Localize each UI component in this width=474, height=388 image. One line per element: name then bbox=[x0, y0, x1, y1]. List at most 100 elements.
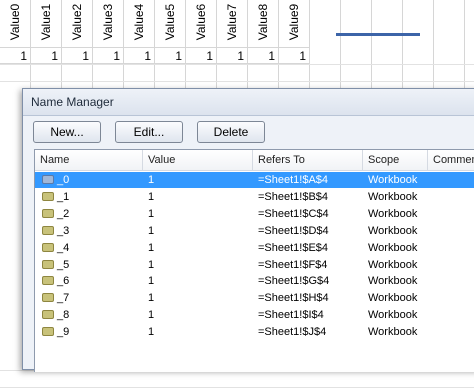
column-header-value[interactable]: Value bbox=[143, 150, 253, 170]
column-header-cell[interactable]: Value9 bbox=[279, 0, 310, 48]
name-row[interactable]: _6 1 =Sheet1!$G$4 Workbook bbox=[35, 273, 474, 289]
column-header-refers-to[interactable]: Refers To bbox=[253, 150, 363, 170]
column-header-cell[interactable]: Value3 bbox=[93, 0, 124, 48]
column-header-cell[interactable]: Value6 bbox=[186, 0, 217, 48]
named-range-icon bbox=[42, 310, 54, 320]
name-cell: _2 bbox=[57, 207, 70, 220]
scope-cell: Workbook bbox=[368, 207, 418, 220]
value-cell: 1 bbox=[148, 292, 155, 305]
row-gutter bbox=[0, 88, 22, 370]
value-cell[interactable]: 1 bbox=[186, 48, 217, 64]
column-header-comment[interactable]: Comment bbox=[428, 150, 474, 170]
dialog-title: Name Manager bbox=[31, 95, 114, 109]
column-header-text: Value4 bbox=[132, 3, 147, 41]
column-header-text: Value0 bbox=[8, 3, 23, 41]
name-cell: _9 bbox=[57, 326, 70, 339]
named-range-icon bbox=[42, 276, 54, 286]
column-header-cell[interactable]: Value0 bbox=[0, 0, 31, 48]
column-header-text: Value8 bbox=[256, 3, 271, 41]
name-cell: _4 bbox=[57, 241, 70, 254]
name-row[interactable]: _1 1 =Sheet1!$B$4 Workbook bbox=[35, 189, 474, 205]
value-cell[interactable]: 1 bbox=[155, 48, 186, 64]
name-row[interactable]: _5 1 =Sheet1!$F$4 Workbook bbox=[35, 257, 474, 273]
value-cell: 1 bbox=[148, 275, 155, 288]
column-header-text: Value3 bbox=[101, 3, 116, 41]
value-cell[interactable]: 1 bbox=[248, 48, 279, 64]
column-header-cell[interactable]: Value2 bbox=[62, 0, 93, 48]
value-cell: 1 bbox=[148, 241, 155, 254]
name-row[interactable]: _0 1 =Sheet1!$A$4 Workbook bbox=[35, 172, 474, 188]
names-list[interactable]: Name Value Refers To Scope Comment _0 1 =S… bbox=[34, 149, 474, 372]
column-header-cell[interactable]: Value5 bbox=[155, 0, 186, 48]
value-cell[interactable]: 1 bbox=[124, 48, 155, 64]
name-row[interactable]: _8 1 =Sheet1!$I$4 Workbook bbox=[35, 307, 474, 323]
column-header-scope[interactable]: Scope bbox=[363, 150, 428, 170]
list-header: Name Value Refers To Scope Comment bbox=[35, 150, 474, 171]
named-range-icon bbox=[42, 242, 54, 252]
name-cell: _0 bbox=[57, 174, 70, 186]
sheet-row-line bbox=[0, 81, 474, 82]
named-range-icon bbox=[42, 225, 54, 235]
column-header-name[interactable]: Name bbox=[35, 150, 143, 170]
scope-cell: Workbook bbox=[368, 275, 418, 288]
named-range-icon bbox=[42, 191, 54, 201]
name-row[interactable]: _2 1 =Sheet1!$C$4 Workbook bbox=[35, 206, 474, 222]
value-cell[interactable]: 1 bbox=[0, 48, 31, 64]
name-row[interactable]: _3 1 =Sheet1!$D$4 Workbook bbox=[35, 223, 474, 239]
value-cell[interactable]: 1 bbox=[62, 48, 93, 64]
scope-cell: Workbook bbox=[368, 258, 418, 271]
value-cell: 1 bbox=[148, 190, 155, 203]
name-cell: _8 bbox=[57, 309, 70, 322]
name-manager-dialog: Name Manager New... Edit... Delete Name … bbox=[22, 88, 474, 372]
named-range-icon bbox=[42, 175, 54, 184]
name-row[interactable]: _9 1 =Sheet1!$J$4 Workbook bbox=[35, 324, 474, 340]
value-cell: 1 bbox=[148, 326, 155, 339]
refers-to-cell: =Sheet1!$H$4 bbox=[258, 292, 329, 305]
refers-to-cell: =Sheet1!$F$4 bbox=[258, 258, 328, 271]
name-cell: _5 bbox=[57, 258, 70, 271]
scope-cell: Workbook bbox=[368, 309, 418, 322]
name-cell: _6 bbox=[57, 275, 70, 288]
scope-cell: Workbook bbox=[368, 224, 418, 237]
name-cell: _3 bbox=[57, 224, 70, 237]
value-cell[interactable]: 1 bbox=[217, 48, 248, 64]
column-header-text: Value9 bbox=[287, 3, 302, 41]
named-range-icon bbox=[42, 293, 54, 303]
value-cell[interactable]: 1 bbox=[93, 48, 124, 64]
value-cell[interactable]: 1 bbox=[279, 48, 310, 64]
dialog-titlebar: Name Manager bbox=[23, 89, 474, 116]
scope-cell: Workbook bbox=[368, 190, 418, 203]
scope-cell: Workbook bbox=[368, 326, 418, 339]
column-header-cell[interactable]: Value7 bbox=[217, 0, 248, 48]
value-cell: 1 bbox=[148, 224, 155, 237]
chart-series-line bbox=[336, 33, 420, 36]
refers-to-cell: =Sheet1!$C$4 bbox=[258, 207, 329, 220]
named-range-icon bbox=[42, 327, 54, 337]
refers-to-cell: =Sheet1!$G$4 bbox=[258, 275, 330, 288]
value-cell: 1 bbox=[148, 174, 155, 186]
scope-cell: Workbook bbox=[368, 241, 418, 254]
name-row[interactable]: _7 1 =Sheet1!$H$4 Workbook bbox=[35, 290, 474, 306]
column-header-text: Value1 bbox=[39, 3, 54, 41]
value-cell[interactable]: 1 bbox=[31, 48, 62, 64]
column-header-cell[interactable]: Value4 bbox=[124, 0, 155, 48]
named-range-icon bbox=[42, 259, 54, 269]
delete-button[interactable]: Delete bbox=[197, 121, 265, 143]
refers-to-cell: =Sheet1!$D$4 bbox=[258, 224, 329, 237]
new-button[interactable]: New... bbox=[33, 121, 101, 143]
refers-to-cell: =Sheet1!$B$4 bbox=[258, 190, 329, 203]
name-row[interactable]: _4 1 =Sheet1!$E$4 Workbook bbox=[35, 240, 474, 256]
scope-cell: Workbook bbox=[368, 174, 418, 186]
column-header-cell[interactable]: Value8 bbox=[248, 0, 279, 48]
value-cell: 1 bbox=[148, 258, 155, 271]
column-header-text: Value2 bbox=[70, 3, 85, 41]
edit-button[interactable]: Edit... bbox=[115, 121, 183, 143]
scope-cell: Workbook bbox=[368, 292, 418, 305]
column-header-text: Value6 bbox=[194, 3, 209, 41]
sheet-row-line bbox=[0, 64, 474, 65]
named-range-icon bbox=[42, 208, 54, 218]
column-header-cell[interactable]: Value1 bbox=[31, 0, 62, 48]
name-cell: _7 bbox=[57, 292, 70, 305]
column-header-text: Value5 bbox=[163, 3, 178, 41]
refers-to-cell: =Sheet1!$J$4 bbox=[258, 326, 327, 339]
